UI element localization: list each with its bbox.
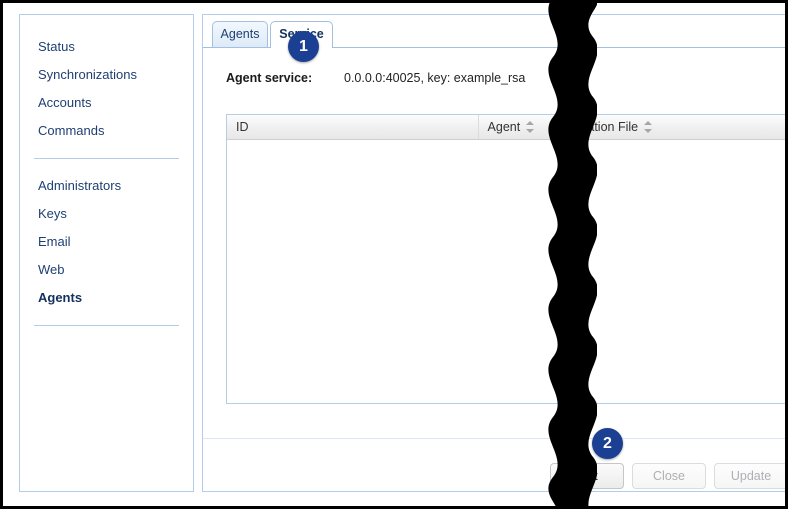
column-header-agent[interactable]: Agent	[479, 115, 579, 139]
sidebar-item-web[interactable]: Web	[20, 256, 193, 284]
agents-table-body[interactable]	[227, 140, 785, 403]
tab-agents[interactable]: Agents	[212, 21, 268, 48]
column-header-id[interactable]: ID	[227, 115, 479, 139]
agent-service-label: Agent service:	[226, 71, 313, 85]
agents-table-header-row: ID Agent ation File	[227, 115, 785, 140]
column-header-id-label: ID	[236, 120, 249, 134]
column-header-configuration-file-label: ation File	[587, 120, 639, 134]
sidebar-group-secondary: Administrators Keys Email Web Agents	[20, 172, 193, 312]
agent-service-value: 0.0.0.0:40025, key: example_rsa	[344, 71, 526, 85]
sidebar-item-agents[interactable]: Agents	[20, 284, 193, 312]
button-bar: Edit Close Update	[550, 463, 785, 489]
callout-badge-2: 2	[592, 428, 623, 459]
column-header-agent-label: Agent	[487, 120, 521, 134]
sort-arrows-icon	[526, 121, 535, 133]
application-window: Status Synchronizations Accounts Commands A…	[0, 0, 788, 509]
footer-separator	[203, 438, 785, 439]
sidebar-item-email[interactable]: Email	[20, 228, 193, 256]
sidebar-item-administrators[interactable]: Administrators	[20, 172, 193, 200]
update-button: Update	[714, 463, 785, 489]
close-button: Close	[632, 463, 706, 489]
sort-arrows-icon	[644, 121, 653, 133]
content-panel: Agents Service Agent service: 0.0.0.0:40…	[202, 14, 785, 492]
sidebar-item-status[interactable]: Status	[20, 33, 193, 61]
agent-service-row: Agent service: 0.0.0.0:40025, key: examp…	[203, 67, 785, 91]
sidebar-item-commands[interactable]: Commands	[20, 117, 193, 145]
sidebar-divider-bottom	[34, 325, 179, 326]
column-header-configuration-file[interactable]: ation File	[578, 115, 785, 139]
sidebar-navigation-panel: Status Synchronizations Accounts Commands A…	[19, 14, 194, 492]
sidebar-item-synchronizations[interactable]: Synchronizations	[20, 61, 193, 89]
callout-badge-1: 1	[288, 31, 319, 62]
sidebar-group-primary: Status Synchronizations Accounts Commands	[20, 15, 193, 145]
sidebar-item-accounts[interactable]: Accounts	[20, 89, 193, 117]
agents-table: ID Agent ation File	[226, 114, 785, 404]
sidebar-item-keys[interactable]: Keys	[20, 200, 193, 228]
sidebar-divider	[34, 158, 179, 159]
edit-button[interactable]: Edit	[550, 463, 624, 489]
